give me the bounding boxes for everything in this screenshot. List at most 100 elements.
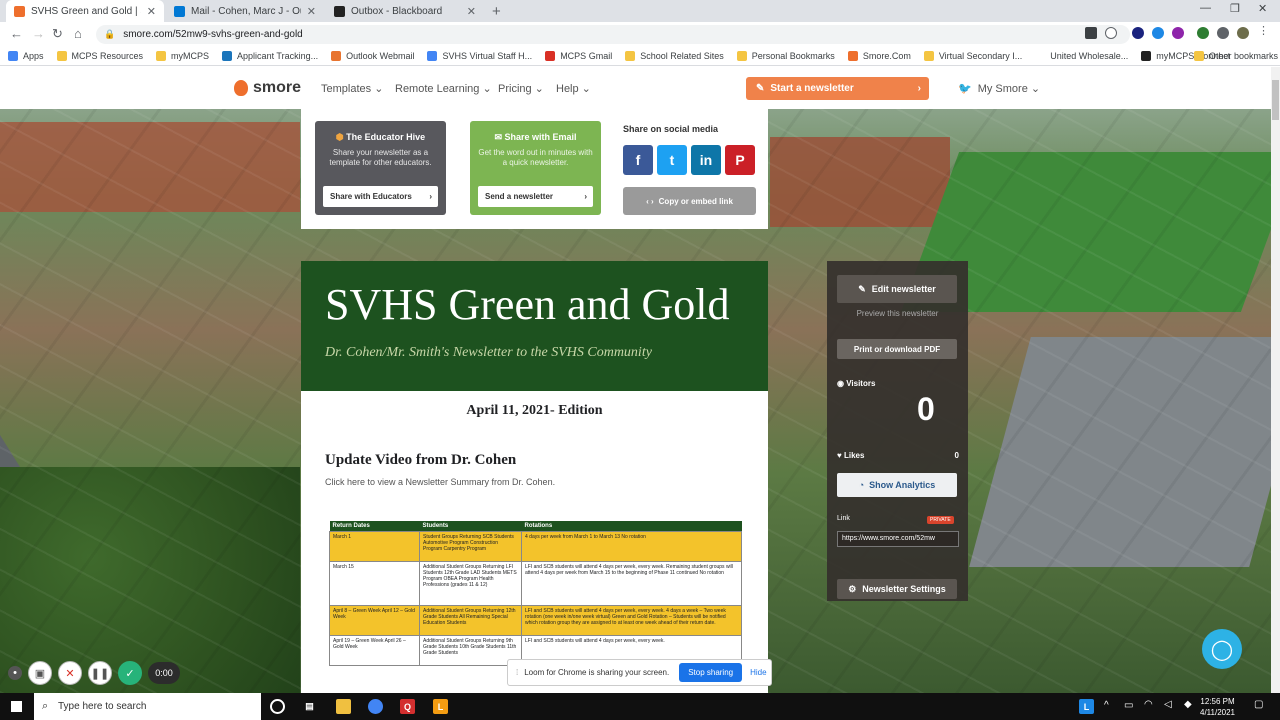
linkedin-icon: in [699, 152, 713, 168]
tab-smore[interactable]: SVHS Green and Gold | Smore Ne ✕ [6, 0, 164, 22]
start-newsletter-button[interactable]: ✎ Start a newsletter › [746, 77, 929, 100]
notification-icon[interactable]: ▢ [1254, 699, 1263, 710]
print-pdf-button[interactable]: Print or download PDF [837, 339, 957, 359]
preview-newsletter-link[interactable]: Preview this newsletter [827, 309, 968, 318]
menu-pricing[interactable]: Pricing ⌄ [498, 82, 544, 95]
extension-green-icon[interactable] [1197, 27, 1209, 39]
task-view-icon[interactable]: ▤ [302, 699, 317, 714]
newsletter-settings-button[interactable]: ⚙ Newsletter Settings [837, 579, 957, 599]
pinterest-share-button[interactable]: P [725, 145, 755, 175]
tab-outlook[interactable]: Mail - Cohen, Marc J - Outlook ✕ [166, 0, 324, 22]
system-clock[interactable]: 12:56 PM 4/11/2021 [1200, 696, 1235, 718]
camera-toggle-icon[interactable]: ▣ [28, 661, 52, 685]
home-icon[interactable]: ⌂ [74, 26, 82, 41]
table-cell: LFI and SCB students will attend 4 days … [521, 561, 742, 606]
bookmark-personal[interactable]: Personal Bookmarks [736, 50, 835, 61]
table-cell: March 1 [329, 531, 420, 562]
tab-blackboard[interactable]: Outbox - Blackboard ✕ [326, 0, 484, 22]
reload-icon[interactable]: ↻ [52, 26, 63, 42]
smore-logo[interactable]: smore [234, 79, 301, 97]
bookmark-smore[interactable]: Smore.Com [847, 50, 911, 61]
bookmark-apps[interactable]: Apps [8, 50, 44, 61]
column-header: Return Dates [329, 521, 420, 532]
outlook-favicon-icon [174, 5, 185, 17]
bookmark-applicant-tracking[interactable]: Applicant Tracking... [222, 50, 318, 61]
cast-icon[interactable] [1085, 27, 1097, 39]
lock-icon: 🔒 [104, 29, 116, 39]
copy-embed-link-button[interactable]: ‹ › Copy or embed link [623, 187, 756, 215]
volume-icon[interactable]: ◁ [1164, 699, 1172, 710]
file-explorer-icon[interactable] [336, 699, 351, 714]
network-icon[interactable]: ▭ [1124, 700, 1133, 711]
vertical-scrollbar[interactable] [1271, 67, 1280, 693]
stop-sharing-button[interactable]: Stop sharing [679, 663, 743, 682]
dropbox-icon[interactable]: ◆ [1184, 699, 1192, 710]
omnibox[interactable]: 🔒 smore.com/52mw9-svhs-green-and-gold [96, 25, 1130, 44]
bookmark-virtual-secondary[interactable]: Virtual Secondary I... [923, 50, 1022, 61]
share-with-educators-button[interactable]: Share with Educators › [323, 186, 438, 207]
send-newsletter-button[interactable]: Send a newsletter › [478, 186, 593, 207]
extension-k-icon[interactable] [1132, 27, 1144, 39]
facebook-share-button[interactable]: f [623, 145, 653, 175]
bookmark-svhs-virtual-staff[interactable]: SVHS Virtual Staff H... [427, 50, 532, 61]
office-favicon-icon [331, 50, 342, 61]
star-icon[interactable] [1105, 27, 1117, 39]
close-tab-icon[interactable]: ✕ [467, 5, 476, 18]
bookmark-mcps-resources[interactable]: MCPS Resources [56, 50, 143, 61]
likes-count: 0 [954, 451, 959, 460]
red-app-icon[interactable]: Q [400, 699, 415, 714]
folder-icon [923, 50, 934, 61]
extension-flower-icon[interactable] [1172, 27, 1184, 39]
drag-handle-icon[interactable]: ⁞ [516, 668, 518, 677]
help-chat-button[interactable]: ◯ [1202, 629, 1242, 669]
table-cell: March 15 [329, 561, 420, 606]
wifi-icon[interactable]: ◠ [1144, 699, 1153, 710]
window-close-icon[interactable]: ✕ [1258, 2, 1267, 15]
windows-start-icon[interactable] [11, 701, 22, 712]
extension-badge-icon[interactable] [1152, 27, 1164, 39]
close-tab-icon[interactable]: ✕ [147, 5, 156, 18]
twitter-share-button[interactable]: t [657, 145, 687, 175]
bookmark-mcps-gmail[interactable]: MCPS Gmail [545, 50, 612, 61]
tray-chevron-icon[interactable]: ^ [1104, 700, 1109, 711]
finish-recording-icon[interactable]: ✓ [118, 661, 142, 685]
forward-icon[interactable]: → [32, 26, 45, 41]
more-dots-icon[interactable]: • [8, 666, 22, 680]
scrollbar-thumb[interactable] [1272, 80, 1279, 120]
return-schedule-table: Return Dates Students Rotations March 1 … [329, 521, 742, 666]
minimize-icon[interactable]: — [1200, 2, 1211, 14]
loom-taskbar-icon[interactable]: L [433, 699, 448, 714]
chrome-icon[interactable] [368, 699, 383, 714]
tray-app-icon[interactable]: L [1079, 699, 1094, 714]
my-smore-menu[interactable]: 🐦 My Smore ⌄ [958, 82, 1040, 95]
menu-kebab-icon[interactable]: ⋮ [1258, 24, 1270, 37]
pause-icon[interactable]: ❚❚ [88, 661, 112, 685]
bookmark-other[interactable]: Other bookmarks [1194, 50, 1278, 61]
hide-button[interactable]: Hide [750, 668, 766, 677]
menu-help[interactable]: Help ⌄ [556, 82, 591, 95]
pinterest-icon: P [735, 152, 745, 168]
menu-templates[interactable]: Templates ⌄ [321, 82, 383, 95]
cancel-recording-icon[interactable]: ✕ [58, 661, 82, 685]
maximize-icon[interactable]: ❐ [1230, 2, 1240, 15]
menu-remote-learning[interactable]: Remote Learning ⌄ [395, 82, 492, 95]
bookmark-mymcps[interactable]: myMCPS [156, 50, 209, 61]
extensions-puzzle-icon[interactable] [1217, 27, 1229, 39]
profile-avatar[interactable] [1237, 27, 1249, 39]
bookmark-outlook-webmail[interactable]: Outlook Webmail [331, 50, 414, 61]
show-analytics-button[interactable]: ◔ Show Analytics [837, 473, 957, 497]
newsletter-url-field[interactable]: https://www.smore.com/52mw [837, 531, 959, 547]
summary-link[interactable]: Click here to view a Newsletter Summary … [325, 477, 555, 487]
close-tab-icon[interactable]: ✕ [307, 5, 316, 18]
tab-title: Outbox - Blackboard [351, 5, 443, 17]
back-icon[interactable]: ← [10, 26, 23, 41]
table-row: April 8 – Green Week April 12 – Gold Wee… [329, 605, 742, 636]
new-tab-icon[interactable]: + [492, 3, 501, 20]
edit-newsletter-button[interactable]: ✎ Edit newsletter [837, 275, 957, 303]
bookmark-school-related[interactable]: School Related Sites [625, 50, 724, 61]
table-header-row: Return Dates Students Rotations [329, 521, 742, 532]
cortana-icon[interactable] [270, 699, 285, 714]
linkedin-share-button[interactable]: in [691, 145, 721, 175]
bookmark-united-wholesale[interactable]: United Wholesale... [1035, 50, 1128, 61]
taskbar-search[interactable]: ⌕ Type here to search [34, 693, 261, 720]
